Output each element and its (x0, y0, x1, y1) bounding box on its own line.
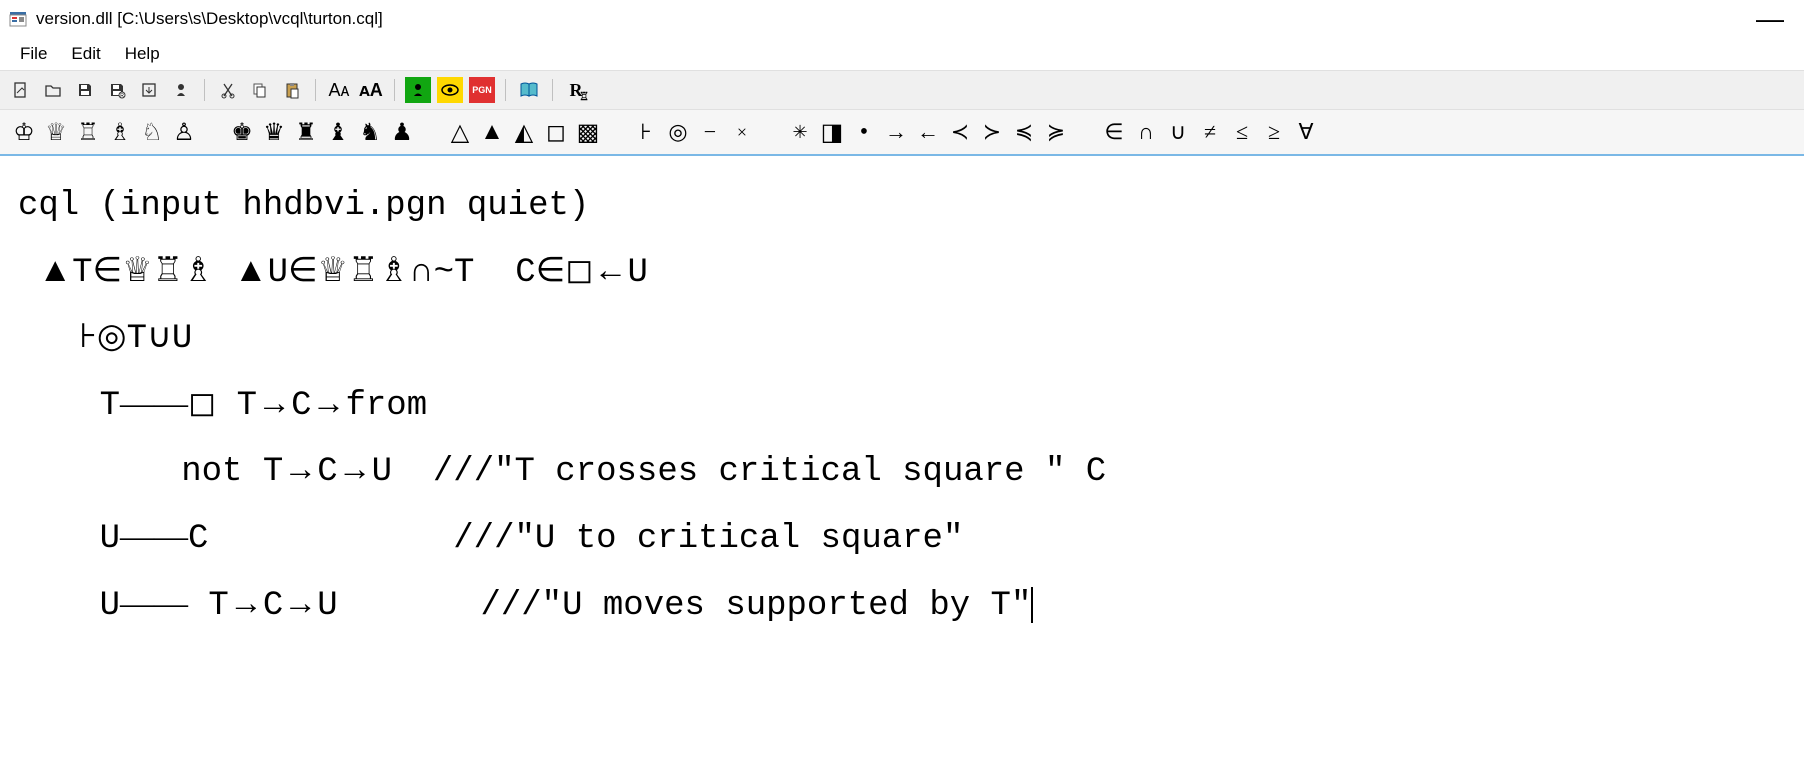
union-icon[interactable]: ∪ (1162, 115, 1194, 149)
intersection-icon[interactable]: ∩ (1130, 115, 1162, 149)
toolbar-separator (505, 79, 506, 101)
times-icon[interactable]: × (726, 115, 758, 149)
asterisk-icon[interactable]: ✳ (784, 115, 816, 149)
save-button[interactable] (72, 77, 98, 103)
prec-icon[interactable]: ≺ (944, 115, 976, 149)
pgn-button[interactable]: PGN (469, 77, 495, 103)
toolbar-separator (315, 79, 316, 101)
minimize-button[interactable]: — (1744, 14, 1796, 24)
triangle-half-icon[interactable]: ◭ (508, 115, 540, 149)
triangle-outline-icon[interactable]: △ (444, 115, 476, 149)
arrow-right-icon[interactable]: → (880, 115, 912, 149)
succ-icon[interactable]: ≻ (976, 115, 1008, 149)
run-button[interactable] (405, 77, 431, 103)
black-king-icon[interactable]: ♚ (226, 115, 258, 149)
arrow-left-icon[interactable]: ← (912, 115, 944, 149)
cut-button[interactable] (215, 77, 241, 103)
white-rook-icon[interactable]: ♖ (72, 115, 104, 149)
open-file-button[interactable] (40, 77, 66, 103)
font-increase-button[interactable]: ᴀA (358, 77, 384, 103)
bullet-icon[interactable]: • (848, 115, 880, 149)
checkerboard-icon[interactable]: ▩ (572, 115, 604, 149)
white-pawn-icon[interactable]: ♙ (168, 115, 200, 149)
white-king-icon[interactable]: ♔ (8, 115, 40, 149)
geq-icon[interactable]: ≥ (1258, 115, 1290, 149)
paste-button[interactable] (279, 77, 305, 103)
menu-file[interactable]: File (8, 40, 59, 68)
half-square-icon[interactable]: ◨ (816, 115, 848, 149)
white-knight-icon[interactable]: ♘ (136, 115, 168, 149)
app-icon (8, 9, 28, 29)
menu-bar: File Edit Help (0, 38, 1804, 70)
help-book-button[interactable] (516, 77, 542, 103)
view-button[interactable] (437, 77, 463, 103)
forall-icon[interactable]: ∀ (1290, 115, 1322, 149)
export-button[interactable] (136, 77, 162, 103)
black-pawn-icon[interactable]: ♟ (386, 115, 418, 149)
menu-help[interactable]: Help (113, 40, 172, 68)
square-outline-icon[interactable]: ◻ (540, 115, 572, 149)
window-title: version.dll [C:\Users\s\Desktop\vcql\tur… (36, 9, 383, 29)
svg-text:R: R (120, 93, 124, 99)
main-toolbar: R Aᴀ ᴀA PGN R (0, 70, 1804, 110)
copy-button[interactable] (247, 77, 273, 103)
menu-edit[interactable]: Edit (59, 40, 112, 68)
toolbar-separator (552, 79, 553, 101)
tack-icon[interactable]: ⊦ (630, 115, 662, 149)
title-bar: version.dll [C:\Users\s\Desktop\vcql\tur… (0, 0, 1804, 38)
toolbar-separator (204, 79, 205, 101)
text-cursor (1031, 587, 1033, 623)
element-of-icon[interactable]: ∈ (1098, 115, 1130, 149)
black-rook-icon[interactable]: ♜ (290, 115, 322, 149)
ri-button[interactable]: R (563, 77, 589, 103)
black-queen-icon[interactable]: ♛ (258, 115, 290, 149)
code-editor[interactable]: cql (input hhdbvi.pgn quiet) ▲T∈♕♖♗ ▲U∈♕… (0, 156, 1804, 656)
save-as-button[interactable]: R (104, 77, 130, 103)
minus-icon[interactable]: − (694, 115, 726, 149)
preceq-icon[interactable]: ≼ (1008, 115, 1040, 149)
succeq-icon[interactable]: ≽ (1040, 115, 1072, 149)
font-decrease-button[interactable]: Aᴀ (326, 77, 352, 103)
bullseye-icon[interactable]: ◎ (662, 115, 694, 149)
not-equal-icon[interactable]: ≠ (1194, 115, 1226, 149)
triangle-filled-icon[interactable]: ▲ (476, 115, 508, 149)
black-bishop-icon[interactable]: ♝ (322, 115, 354, 149)
black-knight-icon[interactable]: ♞ (354, 115, 386, 149)
symbol-toolbar: ♔ ♕ ♖ ♗ ♘ ♙ ♚ ♛ ♜ ♝ ♞ ♟ △ ▲ ◭ ◻ ▩ ⊦ ◎ − … (0, 110, 1804, 156)
white-bishop-icon[interactable]: ♗ (104, 115, 136, 149)
white-queen-icon[interactable]: ♕ (40, 115, 72, 149)
pawn-button[interactable] (168, 77, 194, 103)
leq-icon[interactable]: ≤ (1226, 115, 1258, 149)
toolbar-separator (394, 79, 395, 101)
new-file-button[interactable] (8, 77, 34, 103)
